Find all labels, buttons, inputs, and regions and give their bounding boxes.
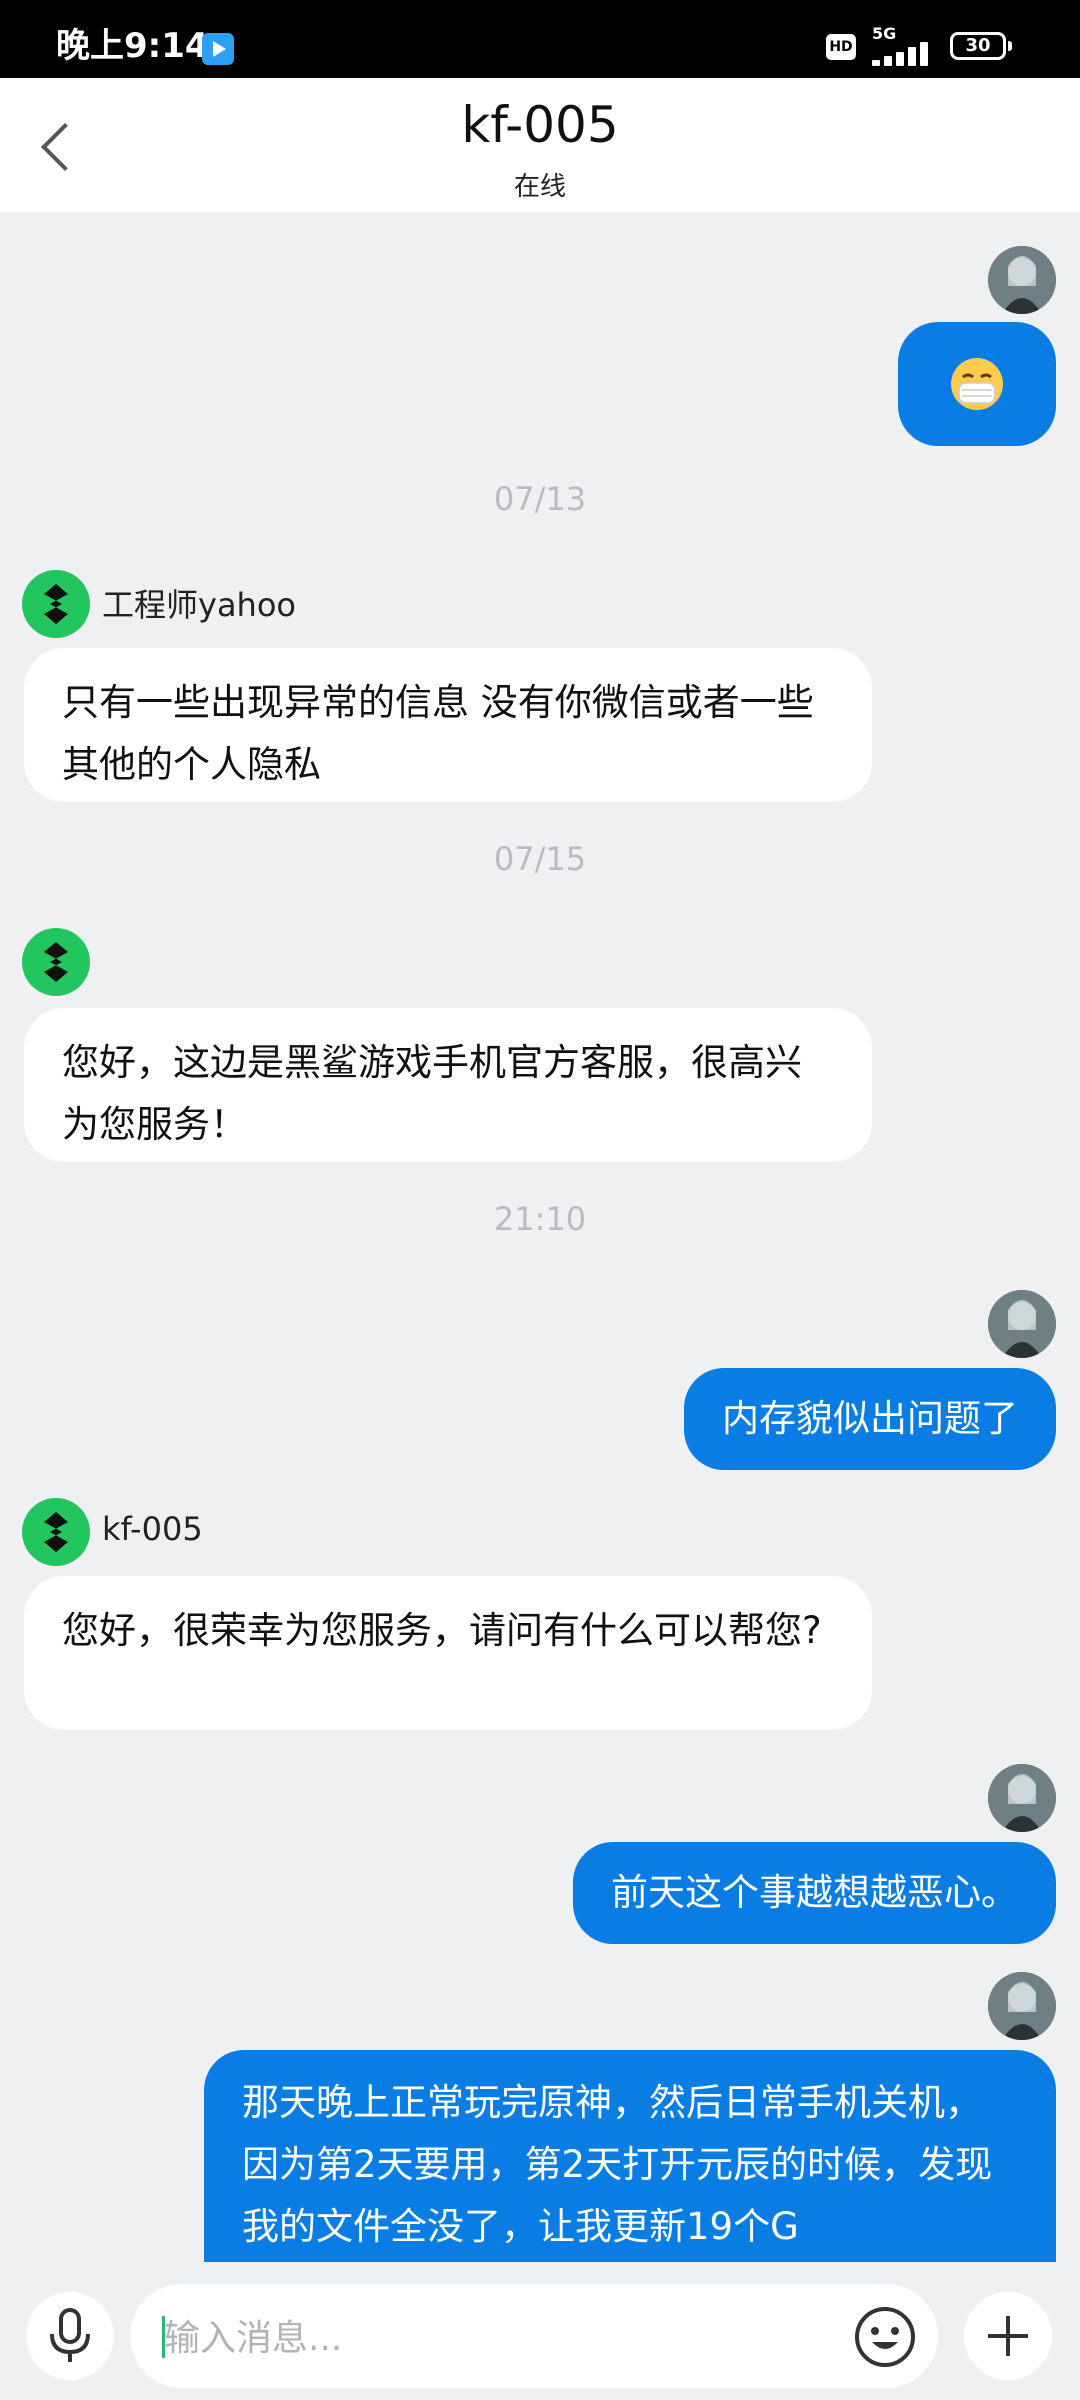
voice-button[interactable] [26,2292,114,2380]
sent-message[interactable]: 那天晚上正常玩完原神，然后日常手机关机，因为第2天要用，第2天打开元辰的时候，发… [204,2050,1056,2262]
agent-avatar[interactable] [22,1498,90,1566]
network-type: 5G [872,24,897,43]
agent-name: kf-005 [102,1510,203,1548]
signal-icon [872,42,938,66]
sent-emoji-message[interactable] [898,322,1056,446]
status-time: 晚上9:14 [56,26,209,66]
user-avatar[interactable] [988,1764,1056,1832]
received-message[interactable]: 只有一些出现异常的信息 没有你微信或者一些其他的个人隐私 [24,648,872,802]
online-status: 在线 [513,172,566,202]
chat-title: kf-005 [461,96,619,154]
sent-message[interactable]: 前天这个事越想越恶心。 [573,1842,1056,1944]
message-list[interactable]: 07/13 工程师yahoo 只有一些出现异常的信息 没有你微信或者一些其他的个… [0,212,1080,2262]
user-avatar[interactable] [988,246,1056,314]
mic-icon [50,2308,90,2362]
user-avatar[interactable] [988,1972,1056,2040]
status-bar: 晚上9:14 HD 5G 30 [0,0,1080,78]
blackshark-logo-icon [44,942,68,982]
hd-badge: HD [826,34,856,60]
timestamp: 07/15 [493,840,587,878]
timestamp: 21:10 [493,1200,587,1238]
app-notification-icon [202,33,234,65]
agent-name: 工程师yahoo [102,586,296,624]
chat-header: kf-005 在线 [0,78,1080,212]
emoji-icon [855,2307,915,2367]
more-button[interactable] [964,2292,1052,2380]
battery-icon: 30 [950,32,1012,60]
text-cursor [162,2316,165,2358]
blackshark-logo-icon [44,1512,68,1552]
message-input-container[interactable] [130,2284,938,2388]
timestamp: 07/13 [493,480,587,518]
emoji-button[interactable] [852,2304,918,2370]
plus-icon [988,2316,1028,2356]
blackshark-logo-icon [44,584,68,624]
received-message[interactable]: 您好，很荣幸为您服务，请问有什么可以帮您? [24,1576,872,1730]
input-bar [0,2262,1080,2400]
sent-message[interactable]: 内存貌似出问题了 [684,1368,1056,1470]
mask-emoji-icon [951,358,1003,410]
agent-avatar[interactable] [22,928,90,996]
agent-avatar[interactable] [22,570,90,638]
received-message[interactable]: 您好，这边是黑鲨游戏手机官方客服，很高兴为您服务！ [24,1008,872,1162]
message-input[interactable] [162,2312,786,2364]
user-avatar[interactable] [988,1290,1056,1358]
